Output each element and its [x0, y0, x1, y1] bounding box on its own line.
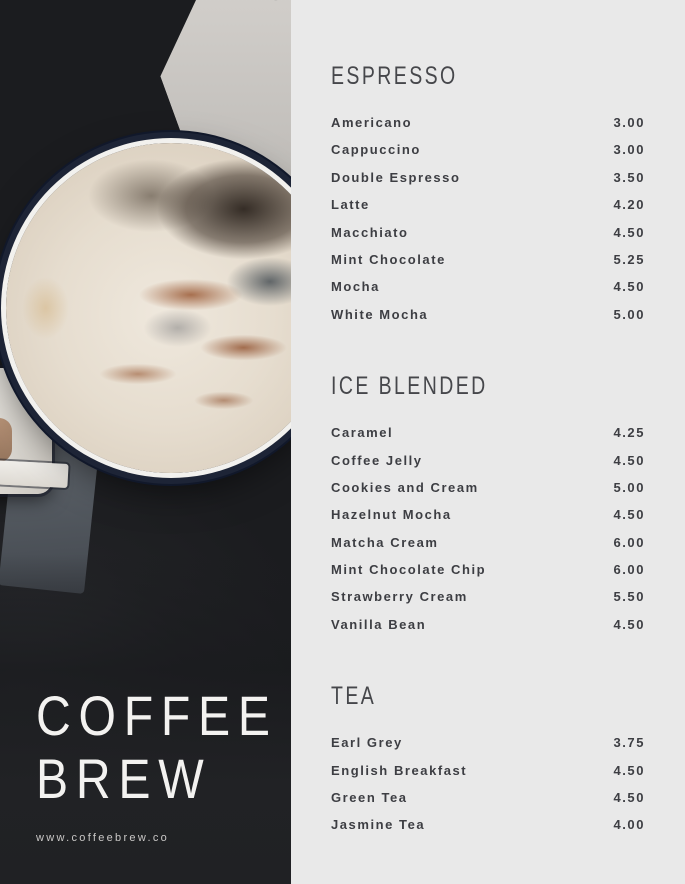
menu-item-name: Cookies and Cream — [331, 479, 479, 495]
menu-item-name: Mint Chocolate — [331, 251, 446, 267]
menu-item-row: Cookies and Cream 5.00 — [331, 480, 645, 507]
menu-item-price: 4.50 — [613, 224, 645, 240]
section-title: ESPRESSO — [331, 62, 458, 90]
menu-item-name: Matcha Cream — [331, 534, 439, 550]
brand-website: www.coffeebrew.co — [36, 832, 170, 844]
menu-item-list: Americano 3.00 Cappuccino 3.00 Double Espres… — [331, 115, 645, 334]
menu-item-row: Earl Grey 3.75 — [331, 735, 645, 762]
menu-item-name: Cappuccino — [331, 142, 421, 158]
menu-panel: ESPRESSO Americano 3.00 Cappuccino 3.00 Doubl… — [291, 0, 685, 884]
menu-item-name: Coffee Jelly — [331, 452, 423, 468]
menu-item-row: Vanilla Bean 4.50 — [331, 617, 645, 644]
menu-item-row: Cappuccino 3.00 — [331, 142, 645, 169]
thumb — [0, 418, 12, 462]
menu-item-price: 4.50 — [613, 507, 645, 523]
menu-item-row: Macchiato 4.50 — [331, 225, 645, 252]
menu-section: TEA Earl Grey 3.75 English Breakfast 4.50 Gre… — [331, 684, 645, 845]
brand-block: COFFEE BREW www.coffeebrew.co — [36, 684, 291, 844]
menu-item-row: Matcha Cream 6.00 — [331, 535, 645, 562]
menu-item-name: Mocha — [331, 279, 380, 295]
menu-item-price: 5.00 — [613, 479, 645, 495]
menu-item-name: English Breakfast — [331, 762, 468, 778]
menu-item-row: Latte 4.20 — [331, 197, 645, 224]
coffee-photo-panel: COFFEE BREW www.coffeebrew.co — [0, 0, 291, 884]
menu-item-price: 6.00 — [613, 562, 645, 578]
menu-item-row: Double Espresso 3.50 — [331, 170, 645, 197]
menu-item-price: 4.00 — [613, 817, 645, 833]
menu-item-row: Jasmine Tea 4.00 — [331, 817, 645, 844]
menu-page: COFFEE BREW www.coffeebrew.co ESPRESSO Am… — [0, 0, 685, 884]
menu-item-row: Mint Chocolate Chip 6.00 — [331, 562, 645, 589]
menu-item-name: Latte — [331, 197, 370, 213]
menu-item-price: 4.50 — [613, 279, 645, 295]
menu-section: ESPRESSO Americano 3.00 Cappuccino 3.00 Doubl… — [331, 64, 645, 334]
section-title: ICE BLENDED — [331, 372, 488, 401]
menu-item-price: 5.00 — [613, 306, 645, 322]
menu-item-price: 4.50 — [613, 616, 645, 632]
menu-item-price: 3.00 — [613, 115, 645, 130]
menu-item-row: Americano 3.00 — [331, 115, 645, 142]
menu-item-row: Green Tea 4.50 — [331, 790, 645, 817]
menu-item-row: Coffee Jelly 4.50 — [331, 453, 645, 480]
menu-item-price: 4.25 — [613, 425, 645, 441]
menu-item-price: 4.50 — [613, 452, 645, 468]
menu-item-row: Strawberry Cream 5.50 — [331, 589, 645, 616]
menu-item-price: 3.75 — [613, 735, 645, 751]
menu-item-row: White Mocha 5.00 — [331, 307, 645, 334]
menu-item-name: Mint Chocolate Chip — [331, 562, 487, 578]
menu-item-name: Jasmine Tea — [331, 817, 426, 833]
menu-item-name: Macchiato — [331, 224, 409, 240]
menu-item-list: Caramel 4.25 Coffee Jelly 4.50 Cookies and C… — [331, 425, 645, 644]
mug-handle-strip — [0, 459, 69, 489]
menu-item-price: 3.50 — [613, 169, 645, 185]
menu-item-list: Earl Grey 3.75 English Breakfast 4.50 Green … — [331, 735, 645, 845]
menu-item-price: 4.20 — [613, 197, 645, 213]
menu-item-name: Americano — [331, 115, 413, 130]
section-title: TEA — [331, 682, 377, 711]
menu-item-name: Strawberry Cream — [331, 589, 468, 605]
brand-name-line-1: COFFEE — [36, 684, 278, 747]
brand-name-line-2: BREW — [36, 747, 212, 810]
menu-section: ICE BLENDED Caramel 4.25 Coffee Jelly 4.50 Co… — [331, 374, 645, 644]
menu-item-price: 6.00 — [613, 534, 645, 550]
menu-item-name: Earl Grey — [331, 735, 403, 751]
menu-item-name: Double Espresso — [331, 169, 461, 185]
menu-item-row: Mint Chocolate 5.25 — [331, 252, 645, 279]
menu-item-price: 4.50 — [613, 790, 645, 806]
menu-item-name: Hazelnut Mocha — [331, 507, 452, 523]
menu-item-row: Hazelnut Mocha 4.50 — [331, 507, 645, 534]
menu-item-name: Vanilla Bean — [331, 616, 427, 632]
menu-item-row: Caramel 4.25 — [331, 425, 645, 452]
menu-item-name: Green Tea — [331, 790, 408, 806]
menu-item-row: English Breakfast 4.50 — [331, 763, 645, 790]
menu-item-price: 4.50 — [613, 762, 645, 778]
menu-item-price: 5.25 — [613, 251, 645, 267]
menu-item-name: White Mocha — [331, 306, 429, 322]
menu-item-price: 5.50 — [613, 589, 645, 605]
menu-item-price: 3.00 — [613, 142, 645, 158]
menu-item-row: Mocha 4.50 — [331, 279, 645, 306]
menu-item-name: Caramel — [331, 425, 394, 441]
